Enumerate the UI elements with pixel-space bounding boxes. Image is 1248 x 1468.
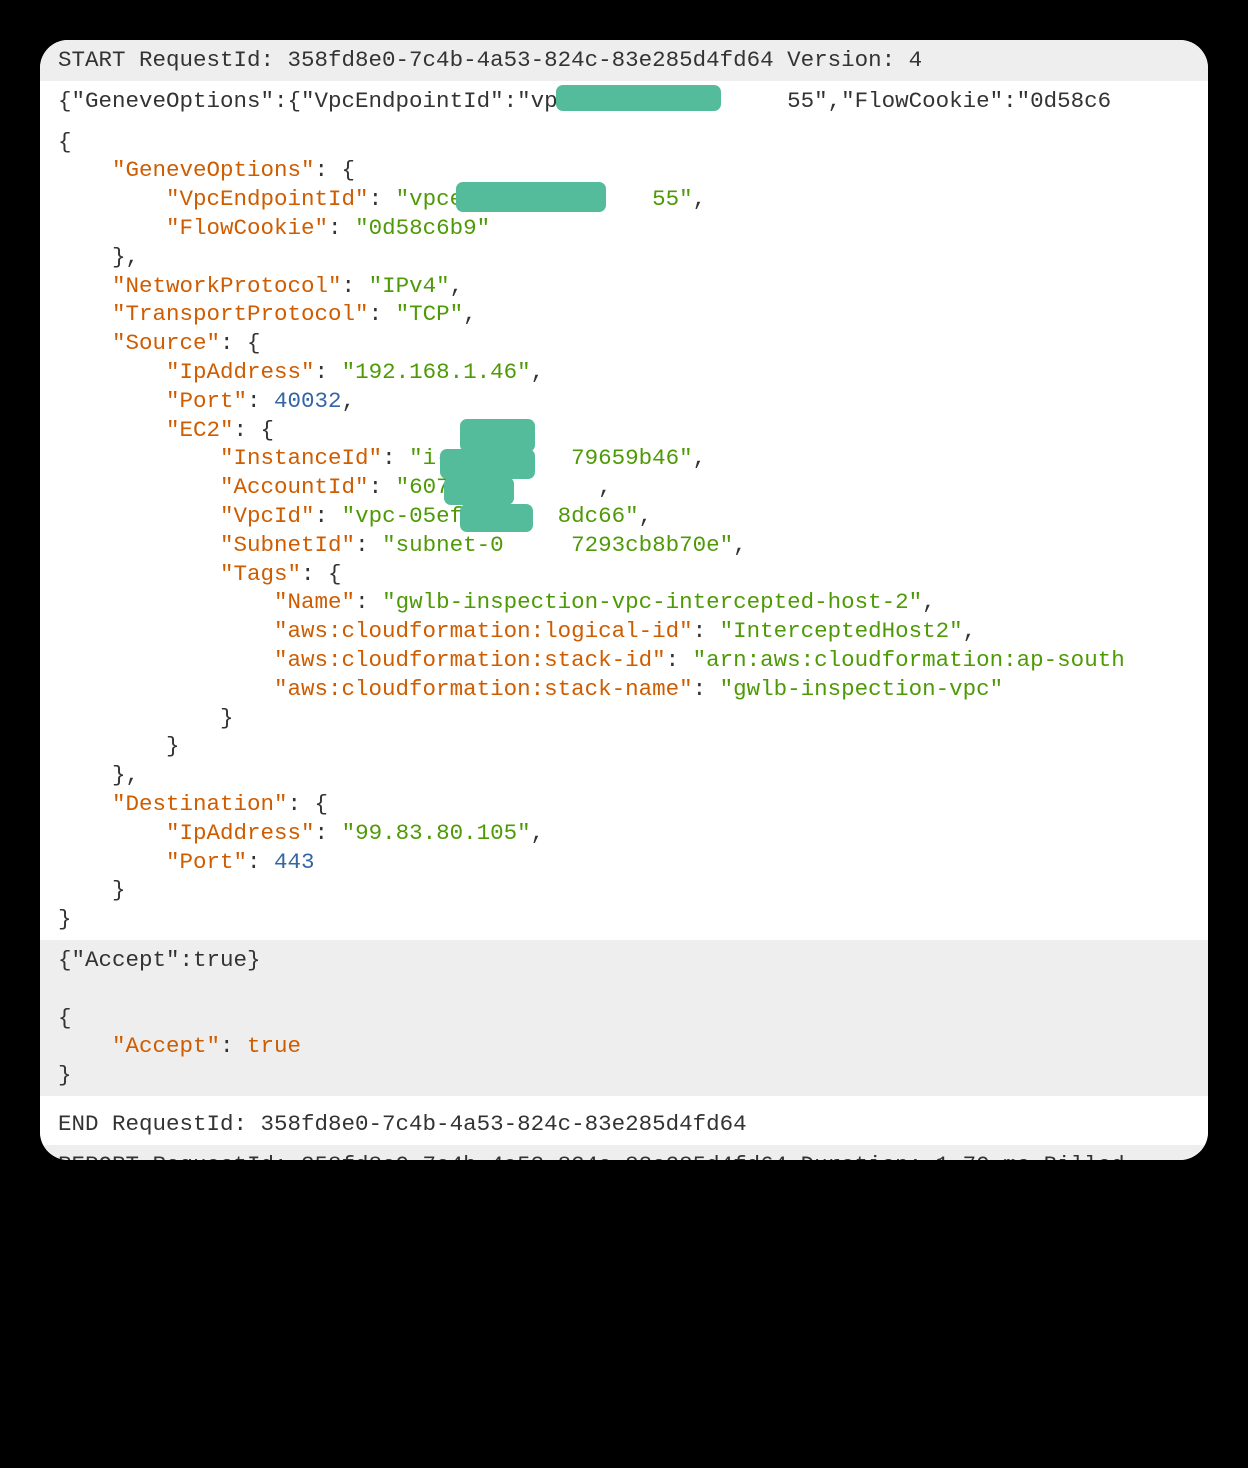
json-value: "0d58c6b9" bbox=[355, 215, 490, 241]
json-value: "192.168.1.46" bbox=[342, 359, 531, 385]
brace-open: { bbox=[58, 129, 72, 155]
json-key: "NetworkProtocol" bbox=[58, 273, 342, 299]
json-value: "subnet-0 7293cb8b70e" bbox=[382, 532, 733, 558]
accept-compact: {"Accept":true} bbox=[58, 947, 261, 973]
redaction-bar bbox=[460, 504, 533, 532]
json-value: 40032 bbox=[274, 388, 342, 414]
json-key: "TransportProtocol" bbox=[58, 301, 369, 327]
json-key: "FlowCookie" bbox=[58, 215, 328, 241]
json-key: "Name" bbox=[58, 589, 355, 615]
brace-close: }, bbox=[58, 762, 139, 788]
json-key: "aws:cloudformation:logical-id" bbox=[58, 618, 693, 644]
json-key: "EC2" bbox=[58, 417, 234, 443]
brace-close: } bbox=[58, 1062, 72, 1088]
json-value: 443 bbox=[274, 849, 315, 875]
json-key: "Accept" bbox=[58, 1033, 220, 1059]
redaction-bar bbox=[460, 419, 535, 452]
brace-close: } bbox=[58, 906, 72, 932]
log-start-line: START RequestId: 358fd8e0-7c4b-4a53-824c… bbox=[40, 40, 1208, 81]
json-key: "VpcEndpointId" bbox=[58, 186, 369, 212]
json-key: "SubnetId" bbox=[58, 532, 355, 558]
pretty-json-block: { "GeneveOptions": { "VpcEndpointId": "v… bbox=[40, 122, 1208, 940]
brace-close: } bbox=[58, 877, 126, 903]
brace-open: { bbox=[58, 1005, 72, 1031]
json-key: "InstanceId" bbox=[58, 445, 382, 471]
redaction-bar bbox=[444, 477, 514, 505]
divider bbox=[40, 1096, 1208, 1104]
json-value: "TCP" bbox=[396, 301, 464, 327]
json-value: "InterceptedHost2" bbox=[720, 618, 963, 644]
brace-close: } bbox=[58, 705, 234, 731]
json-value: "arn:aws:cloudformation:ap-south bbox=[693, 647, 1125, 673]
json-value: "gwlb-inspection-vpc-intercepted-host-2" bbox=[382, 589, 922, 615]
end-text: END RequestId: 358fd8e0-7c4b-4a53-824c-8… bbox=[58, 1111, 747, 1137]
json-key: "VpcId" bbox=[58, 503, 315, 529]
log-end-line: END RequestId: 358fd8e0-7c4b-4a53-824c-8… bbox=[40, 1104, 1208, 1145]
json-key: "aws:cloudformation:stack-name" bbox=[58, 676, 693, 702]
redaction-bar bbox=[440, 449, 535, 479]
json-key: "Tags" bbox=[58, 561, 301, 587]
json-value: true bbox=[247, 1033, 301, 1059]
json-value: "IPv4" bbox=[369, 273, 450, 299]
json-key: "Port" bbox=[58, 849, 247, 875]
json-key: "GeneveOptions" bbox=[58, 157, 315, 183]
json-key: "AccountId" bbox=[58, 474, 369, 500]
compact-json-line: {"GeneveOptions":{"VpcEndpointId":"vpce-… bbox=[40, 81, 1208, 122]
json-value: "99.83.80.105" bbox=[342, 820, 531, 846]
accept-block: {"Accept":true} { "Accept": true } bbox=[40, 940, 1208, 1096]
redaction-bar bbox=[556, 85, 721, 111]
json-key: "Source" bbox=[58, 330, 220, 356]
json-key: "IpAddress" bbox=[58, 359, 315, 385]
json-value: "gwlb-inspection-vpc" bbox=[720, 676, 1004, 702]
json-key: "aws:cloudformation:stack-id" bbox=[58, 647, 666, 673]
start-text: START RequestId: 358fd8e0-7c4b-4a53-824c… bbox=[58, 47, 922, 73]
log-card: START RequestId: 358fd8e0-7c4b-4a53-824c… bbox=[40, 40, 1208, 1160]
log-report-line: REPORT RequestId: 358fd8e0-7c4b-4a53-824… bbox=[40, 1145, 1208, 1160]
json-key: "Destination" bbox=[58, 791, 288, 817]
brace-close: } bbox=[58, 733, 180, 759]
json-key: "Port" bbox=[58, 388, 247, 414]
json-key: "IpAddress" bbox=[58, 820, 315, 846]
brace-close: }, bbox=[58, 244, 139, 270]
report-text: REPORT RequestId: 358fd8e0-7c4b-4a53-824… bbox=[58, 1152, 1125, 1160]
redaction-bar bbox=[456, 182, 606, 212]
